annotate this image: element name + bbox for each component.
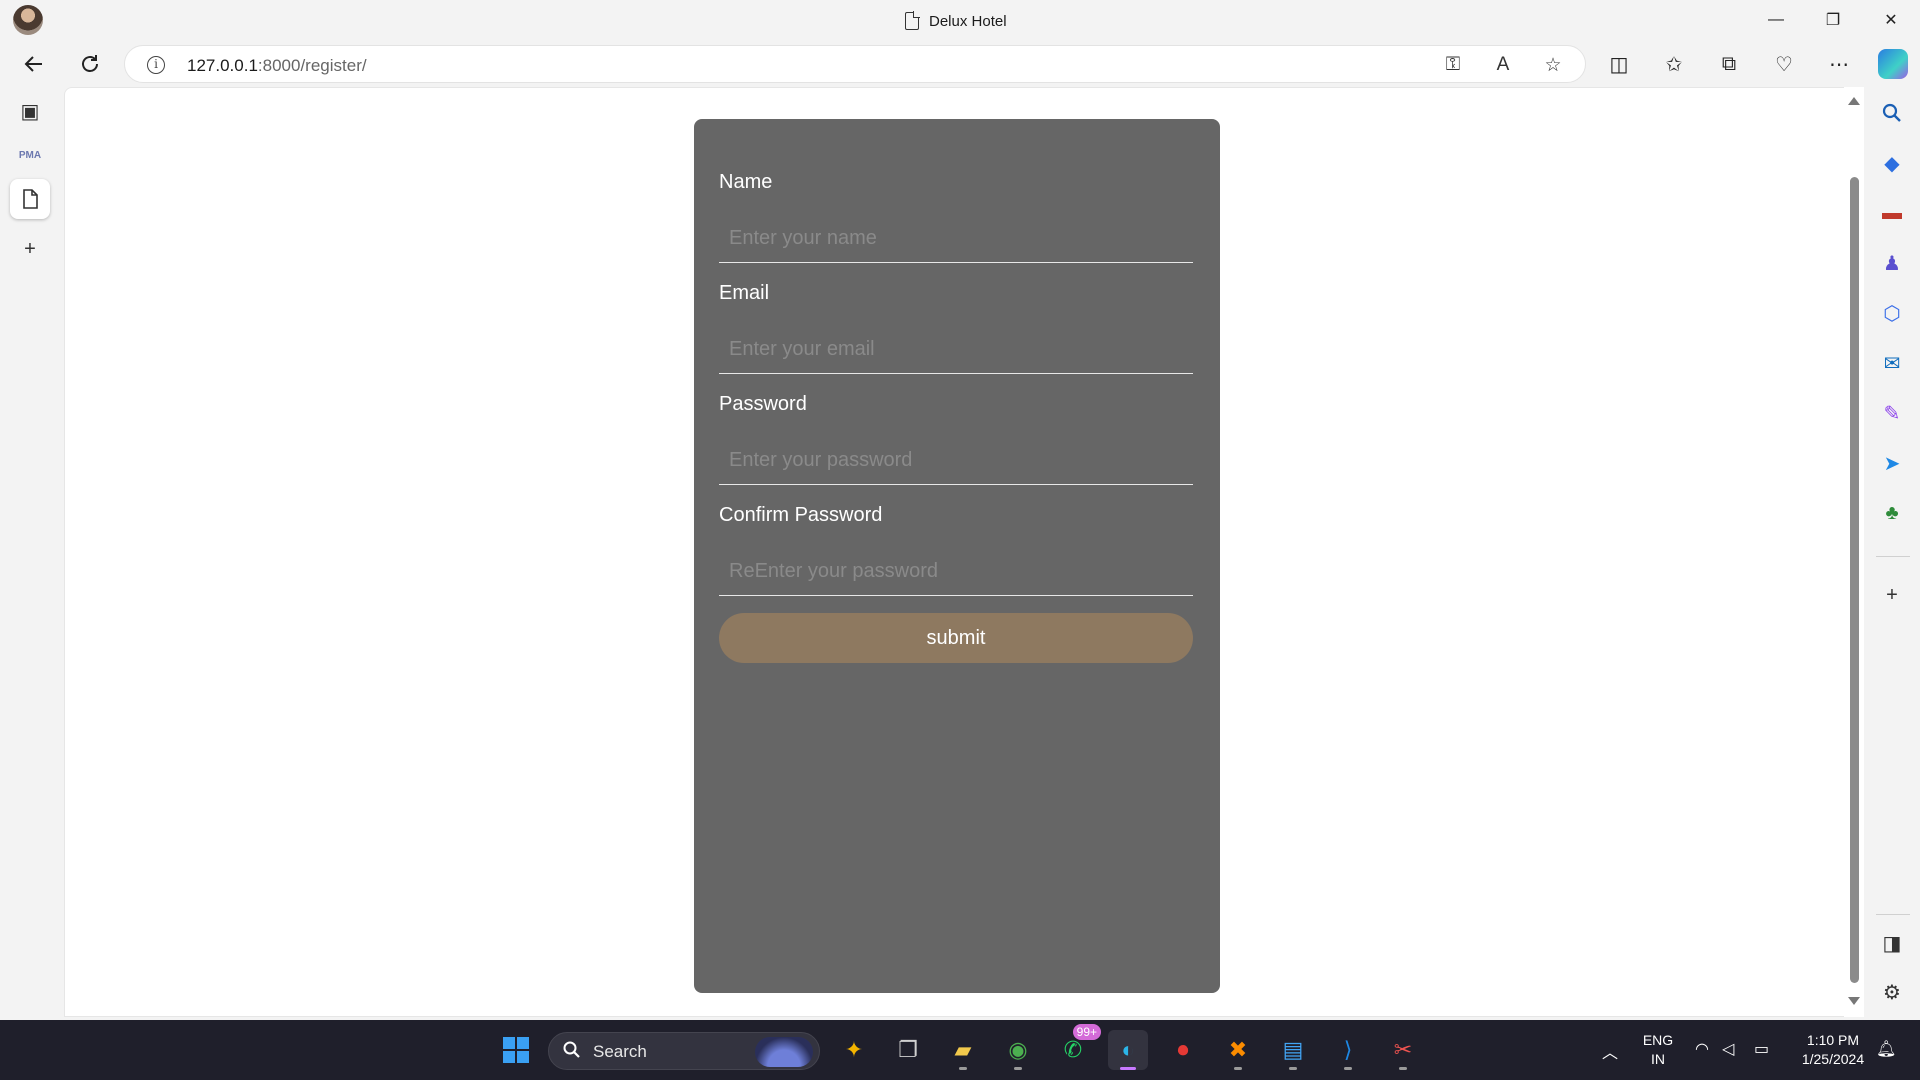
page-scrollbar[interactable]	[1844, 87, 1864, 1017]
designer-icon[interactable]: ✎	[1876, 397, 1908, 429]
collections-icon[interactable]: ⧉	[1711, 47, 1747, 81]
settings-gear-icon[interactable]: ⚙	[1876, 976, 1908, 1008]
search-highlight-image	[755, 1037, 813, 1067]
recorder-icon[interactable]: ⏺	[1163, 1030, 1203, 1070]
password-key-icon[interactable]: ⚿	[1439, 52, 1467, 78]
email-label: Email	[719, 282, 770, 304]
clock-date: 1/25/2024	[1801, 1051, 1865, 1067]
favorites-icon[interactable]: ✩	[1656, 47, 1692, 81]
taskbar-search[interactable]: Search	[548, 1032, 820, 1070]
scroll-up-arrow-icon[interactable]	[1848, 97, 1860, 105]
password-label: Password	[719, 393, 807, 415]
chrome-icon[interactable]: ◉	[998, 1030, 1038, 1070]
url-text[interactable]: 127.0.0.1:8000/register/	[187, 56, 367, 76]
sidebar-panel-icon[interactable]: ◨	[1876, 927, 1908, 959]
page-content: Name Email Password Confirm Password sub…	[64, 87, 1864, 1017]
window-title-text: Delux Hotel	[929, 12, 1007, 30]
url-host: 127.0.0.1	[187, 56, 258, 75]
copilot-pre-icon[interactable]: ✦	[834, 1030, 874, 1070]
new-tab-plus-icon[interactable]: +	[10, 229, 50, 269]
submit-button[interactable]: submit	[719, 613, 1193, 663]
wifi-icon[interactable]: ◠	[1695, 1039, 1709, 1059]
browser-essentials-icon[interactable]: ♡	[1766, 47, 1802, 81]
add-sidebar-app-plus-icon[interactable]: +	[1876, 579, 1908, 611]
send-icon[interactable]: ➤	[1876, 447, 1908, 479]
clock[interactable]: 1:10 PM 1/25/2024	[1788, 1031, 1878, 1069]
scroll-down-arrow-icon[interactable]	[1848, 997, 1860, 1005]
close-button[interactable]: ✕	[1868, 6, 1914, 34]
minimize-button[interactable]: —	[1753, 6, 1799, 34]
volume-icon[interactable]: ◁	[1722, 1039, 1734, 1059]
shopping-tag-icon[interactable]: ◆	[1876, 147, 1908, 179]
clock-time: 1:10 PM	[1806, 1032, 1860, 1048]
language-code: ENG	[1642, 1032, 1674, 1048]
split-screen-icon[interactable]: ◫	[1601, 47, 1637, 81]
profile-avatar[interactable]	[13, 5, 43, 35]
xampp-icon[interactable]: ✖	[1218, 1030, 1258, 1070]
url-path: :8000/register/	[257, 56, 367, 75]
outlook-icon[interactable]: ✉	[1876, 347, 1908, 379]
microsoft-365-icon[interactable]: ⬡	[1876, 297, 1908, 329]
refresh-icon[interactable]	[72, 47, 108, 81]
search-icon[interactable]	[1876, 97, 1908, 129]
task-view-icon[interactable]: ❐	[888, 1030, 928, 1070]
tab-actions-icon[interactable]: ▣	[10, 91, 50, 131]
address-bar[interactable]: i 127.0.0.1:8000/register/ ⚿ A ☆	[124, 45, 1586, 83]
phpmyadmin-icon: PMA	[18, 149, 42, 161]
show-hidden-icons-chevron-icon[interactable]: ︿	[1602, 1039, 1618, 1063]
page-icon	[905, 11, 920, 30]
vertical-tab-strip: ▣ PMA +	[0, 87, 62, 1017]
register-form-card: Name Email Password Confirm Password sub…	[694, 119, 1220, 993]
file-explorer-icon[interactable]: ▰	[943, 1030, 983, 1070]
search-magnifier-icon	[563, 1041, 581, 1064]
battery-icon[interactable]: ▭	[1754, 1039, 1769, 1059]
windows-taskbar: Search ✦ ❐ ▰ ◉ ✆ 99+ ◐ ⏺ ✖ ▤ ⟩ ✂ ︿ ENG IN…	[0, 1020, 1920, 1080]
navigation-bar: i 127.0.0.1:8000/register/ ⚿ A ☆ ◫ ✩ ⧉ ♡…	[0, 41, 1920, 87]
site-info-icon[interactable]: i	[147, 56, 165, 74]
name-input[interactable]	[719, 215, 1193, 263]
tab-register-page[interactable]	[10, 179, 50, 219]
password-input[interactable]	[719, 437, 1193, 485]
back-arrow-icon[interactable]	[16, 47, 52, 81]
snipping-tool-icon[interactable]: ✂	[1383, 1030, 1423, 1070]
tools-briefcase-icon[interactable]: ▬	[1876, 197, 1908, 229]
notification-bell-icon[interactable]: 🔔︎	[1876, 1039, 1896, 1059]
more-options-icon[interactable]: ⋯	[1821, 47, 1857, 81]
edge-icon[interactable]: ◐	[1108, 1030, 1148, 1070]
region-code: IN	[1651, 1051, 1665, 1067]
maximize-button[interactable]: ❐	[1810, 6, 1856, 34]
scroll-thumb[interactable]	[1850, 177, 1859, 983]
tab-phpmyadmin[interactable]: PMA	[10, 135, 50, 175]
window-title: Delux Hotel	[905, 10, 1007, 32]
sidebar-divider	[1876, 914, 1910, 915]
name-label: Name	[719, 171, 773, 193]
read-aloud-icon[interactable]: A	[1489, 52, 1517, 78]
search-label: Search	[593, 1042, 647, 1061]
sidebar-divider	[1876, 556, 1910, 557]
whatsapp-notification-badge: 99+	[1072, 1024, 1101, 1040]
favorite-star-icon[interactable]: ☆	[1539, 52, 1567, 78]
start-icon[interactable]	[496, 1030, 536, 1070]
confirm-password-input[interactable]	[719, 548, 1193, 596]
whatsapp-icon[interactable]: ✆ 99+	[1053, 1024, 1101, 1070]
confirm-password-label: Confirm Password	[719, 504, 883, 526]
email-input[interactable]	[719, 326, 1193, 374]
edge-sidebar: ◆ ▬ ♟ ⬡ ✉ ✎ ➤ ♣ + ◨ ⚙	[1864, 41, 1920, 1017]
language-indicator[interactable]: ENG IN	[1640, 1031, 1676, 1069]
tree-icon[interactable]: ♣	[1876, 497, 1908, 529]
copilot-icon[interactable]	[1878, 49, 1908, 79]
games-icon[interactable]: ♟	[1876, 247, 1908, 279]
vscode-icon[interactable]: ⟩	[1328, 1030, 1368, 1070]
notepad-icon[interactable]: ▤	[1273, 1030, 1313, 1070]
title-bar: Delux Hotel — ❐ ✕	[0, 0, 1920, 41]
